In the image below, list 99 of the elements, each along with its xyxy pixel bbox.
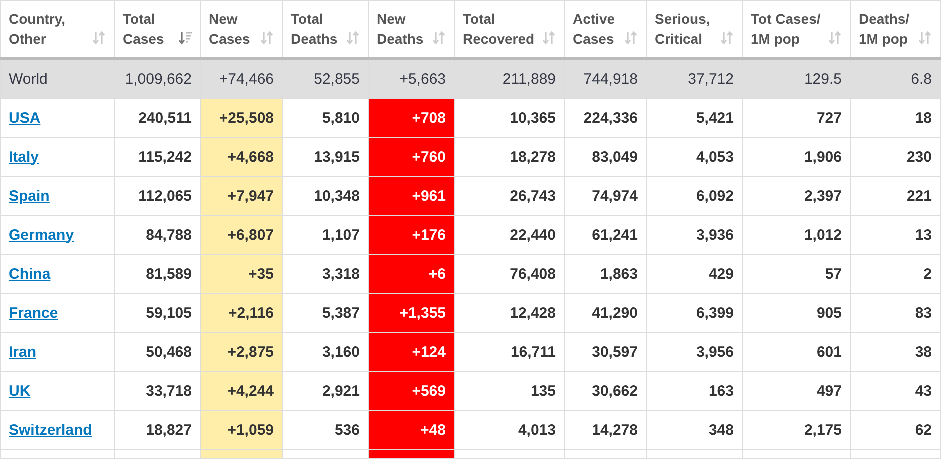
table-cell: +25,508 — [200, 98, 282, 138]
table-cell: 1,906 — [742, 138, 850, 176]
table-cell: 83 — [850, 294, 940, 332]
table-cell: +6 — [368, 254, 454, 294]
table-cell: 2 — [850, 254, 940, 294]
table-cell: +5,663 — [368, 58, 454, 98]
table-cell: 61,241 — [564, 216, 646, 254]
table-cell: 221 — [850, 176, 940, 216]
table-cell: 81,589 — [114, 254, 200, 294]
table-cell: 3,318 — [282, 254, 368, 294]
table-cell: 30,662 — [564, 372, 646, 410]
table-cell: +48 — [368, 410, 454, 450]
country-link[interactable]: USA — [9, 110, 41, 126]
table-cell: World — [0, 58, 114, 98]
table-cell: +7,947 — [200, 176, 282, 216]
table-cell: 16,711 — [454, 332, 564, 372]
table-cell: 83,049 — [564, 138, 646, 176]
table-cell: 2,921 — [282, 372, 368, 410]
table-cell: +4,244 — [200, 372, 282, 410]
table-cell: 1,009,662 — [114, 58, 200, 98]
country-link[interactable]: France — [9, 304, 58, 322]
table-cell: 18,278 — [454, 138, 564, 176]
table-cell: 429 — [646, 254, 742, 294]
table-cell: 26,743 — [454, 176, 564, 216]
table-cell: +4,668 — [200, 138, 282, 176]
table-cell: 601 — [742, 332, 850, 372]
table-cell: 3,956 — [646, 332, 742, 372]
table-cell: 224,336 — [564, 98, 646, 138]
table-cell: 14,278 — [564, 410, 646, 450]
table-cell: +708 — [368, 98, 454, 138]
table-cell: 4,013 — [454, 410, 564, 450]
table-cell: +6,807 — [200, 216, 282, 254]
table-cell: 1,863 — [564, 254, 646, 294]
table-cell: +1,059 — [200, 410, 282, 450]
table-cell: +2,875 — [200, 332, 282, 372]
table-cell: 6,399 — [646, 294, 742, 332]
sort-icon[interactable] — [179, 31, 192, 45]
table-cell: 112,065 — [114, 176, 200, 216]
table-cell: +760 — [368, 138, 454, 176]
table-cell: 52,855 — [282, 58, 368, 98]
table-cell: 5,387 — [282, 294, 368, 332]
table-cell: 4,053 — [646, 138, 742, 176]
table-cell: 76,408 — [454, 254, 564, 294]
table-cell: 41,290 — [564, 294, 646, 332]
table-cell: 135 — [454, 372, 564, 410]
table-cell: 57 — [742, 254, 850, 294]
table-cell: 10,365 — [454, 98, 564, 138]
table-cell: 38 — [850, 332, 940, 372]
table-cell: +961 — [368, 176, 454, 216]
table-cell: 13 — [850, 216, 940, 254]
table-cell: 211,889 — [454, 58, 564, 98]
table-cell: +569 — [368, 372, 454, 410]
table-cell: +176 — [368, 216, 454, 254]
table-cell: 50,468 — [114, 332, 200, 372]
table-cell: +124 — [368, 332, 454, 372]
table-cell: +74,466 — [200, 58, 282, 98]
table-cell: 62 — [850, 410, 940, 450]
table-cell: 2,175 — [742, 410, 850, 450]
table-cell: 30,597 — [564, 332, 646, 372]
table-cell: 12,428 — [454, 294, 564, 332]
table-cell: 905 — [742, 294, 850, 332]
country-link[interactable]: China — [9, 266, 51, 282]
table-cell: 536 — [282, 410, 368, 450]
table-cell: 115,242 — [114, 138, 200, 176]
table-cell: 2,397 — [742, 176, 850, 216]
table-cell: 348 — [646, 410, 742, 450]
table-cell: 6.8 — [850, 58, 940, 98]
country-link[interactable]: Spain — [9, 188, 50, 204]
table-cell: 1,012 — [742, 216, 850, 254]
table-cell: 744,918 — [564, 58, 646, 98]
table-cell: 727 — [742, 98, 850, 138]
country-link[interactable]: UK — [9, 382, 31, 400]
table-cell: 22,440 — [454, 216, 564, 254]
table-cell: 33,718 — [114, 372, 200, 410]
table-cell: 240,511 — [114, 98, 200, 138]
table-cell: 163 — [646, 372, 742, 410]
table-cell: +35 — [200, 254, 282, 294]
table-cell: 1,107 — [282, 216, 368, 254]
table-cell: 129.5 — [742, 58, 850, 98]
table-cell: 84,788 — [114, 216, 200, 254]
table-cell: 230 — [850, 138, 940, 176]
country-link[interactable]: Italy — [9, 148, 40, 166]
table-cell: +2,116 — [200, 294, 282, 332]
table-cell: 18,827 — [114, 410, 200, 450]
table-cell: 6,092 — [646, 176, 742, 216]
table-cell: 5,421 — [646, 98, 742, 138]
table-cell: +1,355 — [368, 294, 454, 332]
table-cell: 74,974 — [564, 176, 646, 216]
table-cell: 3,160 — [282, 332, 368, 372]
table-cell: 497 — [742, 372, 850, 410]
table-cell: 10,348 — [282, 176, 368, 216]
country-link[interactable]: Iran — [9, 344, 37, 360]
table-cell: 18 — [850, 98, 940, 138]
table-cell: 37,712 — [646, 58, 742, 98]
table-cell: 43 — [850, 372, 940, 410]
table-cell: 5,810 — [282, 98, 368, 138]
table-cell: 3,936 — [646, 216, 742, 254]
table-cell: 59,105 — [114, 294, 200, 332]
table-cell: 13,915 — [282, 138, 368, 176]
